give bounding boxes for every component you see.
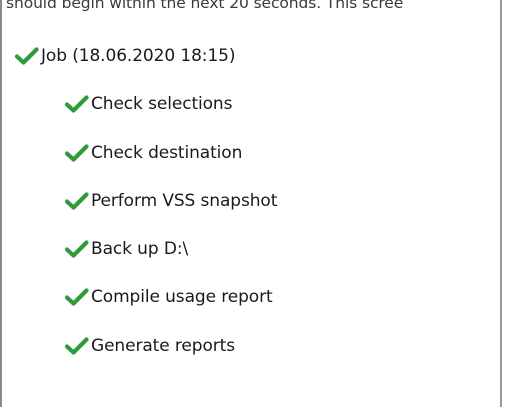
tree-item-perform-vss-snapshot[interactable]: Perform VSS snapshot [64, 189, 277, 213]
checkmark-icon [64, 192, 89, 210]
checkmark-icon [64, 240, 89, 258]
tree-item-label: Generate reports [91, 336, 235, 356]
checkmark-icon [64, 288, 89, 306]
tree-item-label: Check destination [91, 143, 243, 163]
tree-item-label: Perform VSS snapshot [91, 191, 278, 211]
tree-item-label: Compile usage report [91, 287, 273, 307]
tree-item-check-selections[interactable]: Check selections [64, 92, 232, 116]
job-progress-panel: should begin within the next 20 seconds.… [0, 0, 502, 407]
checkmark-icon [64, 95, 89, 113]
tree-item-generate-reports[interactable]: Generate reports [64, 334, 235, 358]
tree-item-compile-usage-report[interactable]: Compile usage report [64, 285, 273, 309]
checkmark-icon [64, 144, 89, 162]
tree-item-check-destination[interactable]: Check destination [64, 141, 242, 165]
status-message: should begin within the next 20 seconds.… [6, 0, 404, 12]
tree-item-job[interactable]: Job (18.06.2020 18:15) [14, 44, 236, 68]
tree-item-back-up-drive[interactable]: Back up D:\ [64, 237, 188, 261]
tree-item-label: Check selections [91, 94, 233, 114]
tree-item-label: Job (18.06.2020 18:15) [41, 46, 236, 66]
checkmark-icon [14, 47, 39, 65]
checkmark-icon [64, 337, 89, 355]
tree-item-label: Back up D:\ [91, 239, 189, 259]
